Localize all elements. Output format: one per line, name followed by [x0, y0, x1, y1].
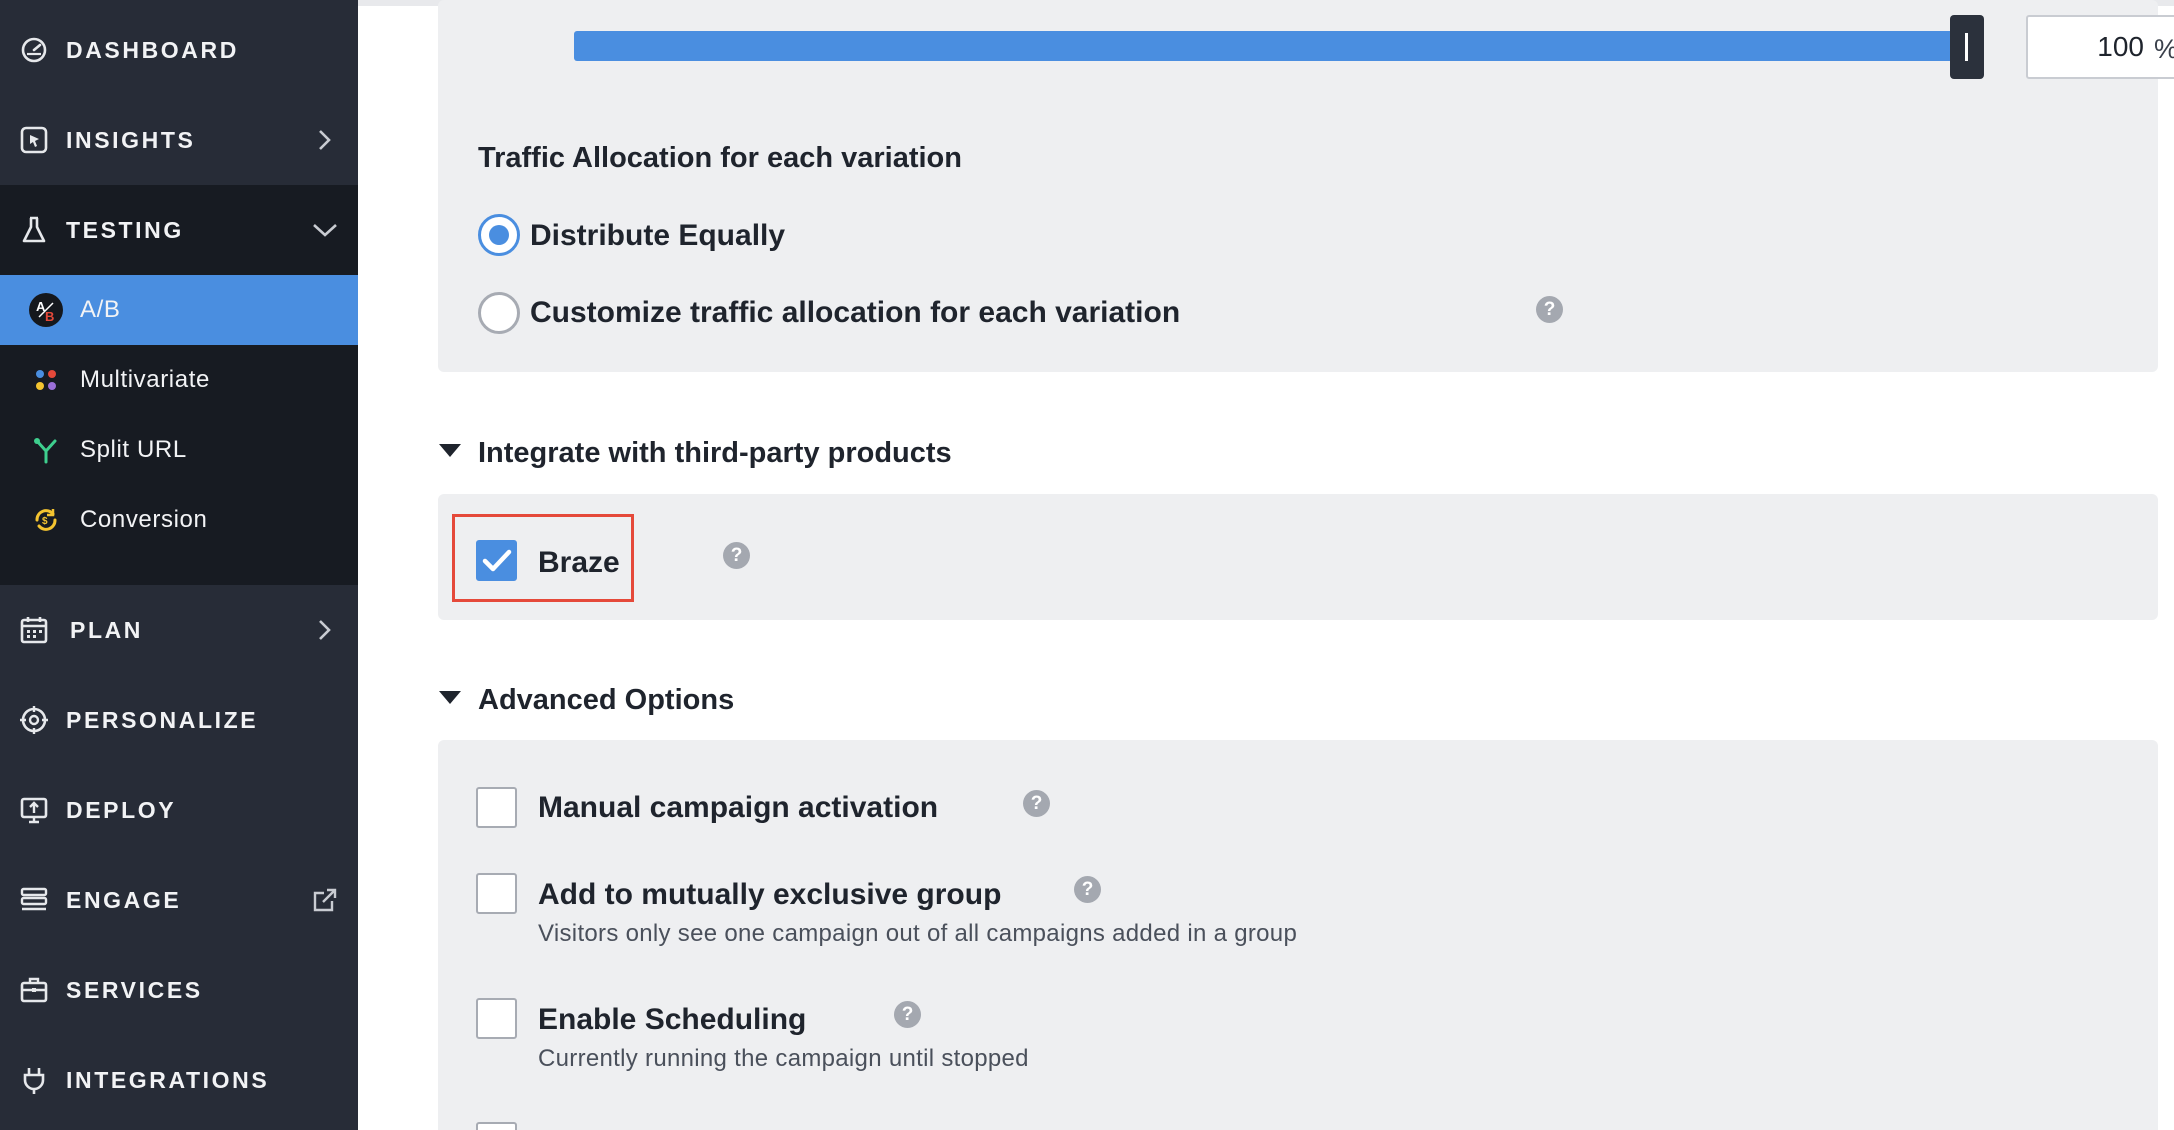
flask-icon: [18, 214, 50, 246]
scheduling-label[interactable]: Enable Scheduling: [538, 1003, 806, 1037]
sub-item-label: Split URL: [80, 436, 187, 463]
traffic-panel: % Traffic Allocation for each variation …: [438, 0, 2174, 372]
conversion-icon: $: [28, 502, 64, 538]
integrations-heading[interactable]: Integrate with third-party products: [478, 437, 952, 470]
dashboard-gauge-icon: [18, 34, 50, 66]
traffic-slider-handle[interactable]: [1950, 15, 1984, 79]
nav-plan[interactable]: PLAN: [0, 585, 358, 675]
next-option-checkbox[interactable]: [476, 1122, 517, 1130]
sub-item-multivariate[interactable]: Multivariate: [0, 345, 358, 415]
nav-insights[interactable]: INSIGHTS: [0, 95, 358, 185]
help-icon[interactable]: ?: [1074, 876, 1101, 903]
radio-customize-allocation[interactable]: [478, 292, 520, 334]
exclusive-group-label[interactable]: Add to mutually exclusive group: [538, 878, 1001, 912]
split-url-icon: [28, 432, 64, 468]
traffic-slider-track[interactable]: [574, 31, 1954, 61]
sub-item-conversion[interactable]: $ Conversion: [0, 485, 358, 555]
sidebar: DASHBOARD INSIGHTS TESTING AB A/B Multiv…: [0, 0, 358, 1130]
ab-test-icon: AB: [28, 292, 64, 328]
nav-label: ENGAGE: [66, 886, 182, 913]
advanced-heading[interactable]: Advanced Options: [478, 684, 734, 717]
help-icon[interactable]: ?: [894, 1001, 921, 1028]
nav-deploy[interactable]: DEPLOY: [0, 765, 358, 855]
chevron-down-icon: [312, 217, 338, 243]
percent-sign: %: [2154, 34, 2174, 65]
deploy-monitor-icon: [18, 794, 50, 826]
nav-label: DASHBOARD: [66, 36, 239, 63]
nav-label: TESTING: [66, 216, 184, 243]
nav-services[interactable]: SERVICES: [0, 945, 358, 1035]
integrations-panel: Braze ?: [438, 494, 2158, 620]
traffic-percent-box: %: [2026, 15, 2174, 79]
nav-personalize[interactable]: PERSONALIZE: [0, 675, 358, 765]
exclusive-group-desc: Visitors only see one campaign out of al…: [538, 920, 1298, 947]
nav-integrations[interactable]: INTEGRATIONS: [0, 1035, 358, 1125]
nav-label: PERSONALIZE: [66, 706, 259, 733]
scheduling-desc: Currently running the campaign until sto…: [538, 1045, 1029, 1072]
customize-allocation-label[interactable]: Customize traffic allocation for each va…: [530, 296, 1180, 330]
insights-cursor-icon: [18, 124, 50, 156]
nav-label: INTEGRATIONS: [66, 1066, 270, 1093]
traffic-percent-input[interactable]: [2036, 29, 2144, 65]
nav-label: SERVICES: [66, 976, 203, 1003]
svg-text:$: $: [42, 516, 48, 527]
help-icon[interactable]: ?: [1536, 296, 1563, 323]
exclusive-group-checkbox[interactable]: [476, 873, 517, 914]
nav-label: DEPLOY: [66, 796, 177, 823]
chevron-right-icon: [312, 127, 338, 153]
braze-highlight-box: [452, 514, 634, 602]
calendar-icon: [18, 614, 50, 646]
nav-dashboard[interactable]: DASHBOARD: [0, 5, 358, 95]
caret-down-icon[interactable]: [439, 691, 461, 704]
help-icon[interactable]: ?: [723, 542, 750, 569]
distribute-equally-label[interactable]: Distribute Equally: [530, 219, 785, 253]
nav-testing[interactable]: TESTING: [0, 185, 358, 275]
briefcase-icon: [18, 974, 50, 1006]
plug-icon: [18, 1064, 50, 1096]
nav-label: INSIGHTS: [66, 126, 196, 153]
manual-activation-checkbox[interactable]: [476, 787, 517, 828]
external-link-icon: [312, 887, 338, 913]
caret-down-icon[interactable]: [439, 444, 461, 457]
sub-item-split-url[interactable]: Split URL: [0, 415, 358, 485]
svg-text:B: B: [45, 309, 54, 324]
chevron-right-icon: [312, 617, 338, 643]
help-icon[interactable]: ?: [1023, 790, 1050, 817]
sub-item-label: A/B: [80, 296, 121, 323]
nav-label: PLAN: [70, 616, 144, 643]
testing-submenu: AB A/B Multivariate Split URL $ Conversi…: [0, 275, 358, 585]
allocation-heading: Traffic Allocation for each variation: [478, 142, 962, 174]
manual-activation-label[interactable]: Manual campaign activation: [538, 791, 938, 825]
engage-stack-icon: [18, 884, 50, 916]
advanced-panel: Manual campaign activation ? Add to mutu…: [438, 740, 2158, 1130]
target-icon: [18, 704, 50, 736]
sub-item-label: Multivariate: [80, 366, 210, 393]
radio-distribute-equally[interactable]: [478, 214, 520, 256]
scheduling-checkbox[interactable]: [476, 998, 517, 1039]
multivariate-dots-icon: [28, 362, 64, 398]
sub-item-label: Conversion: [80, 506, 208, 533]
nav-engage[interactable]: ENGAGE: [0, 855, 358, 945]
sub-item-ab[interactable]: AB A/B: [0, 275, 358, 345]
